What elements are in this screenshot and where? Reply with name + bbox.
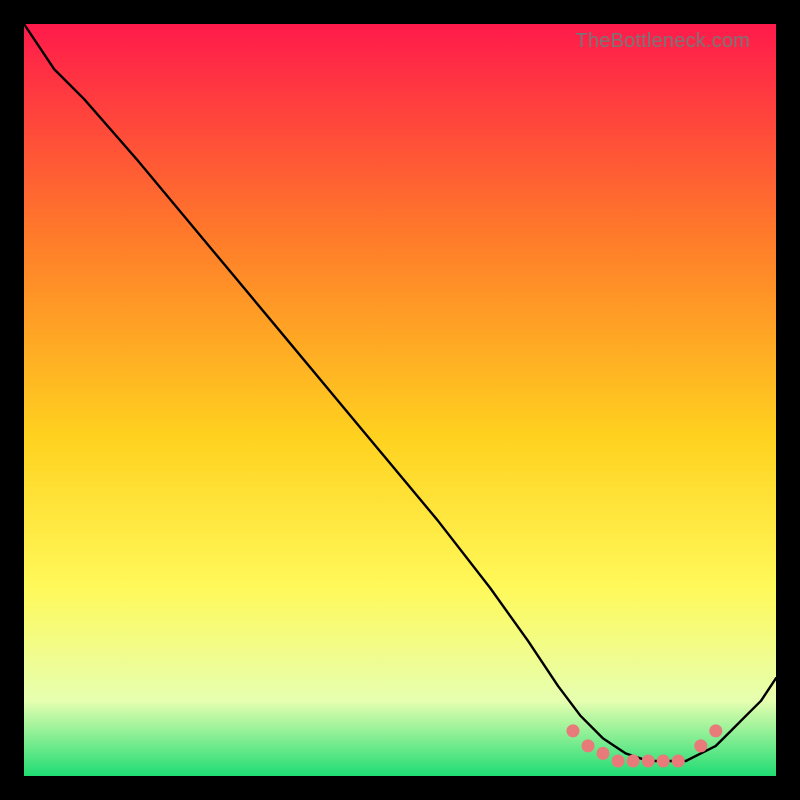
- highlight-marker: [709, 724, 722, 737]
- bottleneck-chart: [24, 24, 776, 776]
- chart-frame: TheBottleneck.com: [24, 24, 776, 776]
- highlight-marker: [672, 755, 685, 768]
- highlight-marker: [694, 739, 707, 752]
- watermark-text: TheBottleneck.com: [575, 30, 750, 53]
- highlight-marker: [597, 747, 610, 760]
- gradient-background: [24, 24, 776, 776]
- highlight-marker: [627, 755, 640, 768]
- highlight-marker: [582, 739, 595, 752]
- highlight-marker: [642, 755, 655, 768]
- highlight-marker: [612, 755, 625, 768]
- highlight-marker: [567, 724, 580, 737]
- highlight-marker: [657, 755, 670, 768]
